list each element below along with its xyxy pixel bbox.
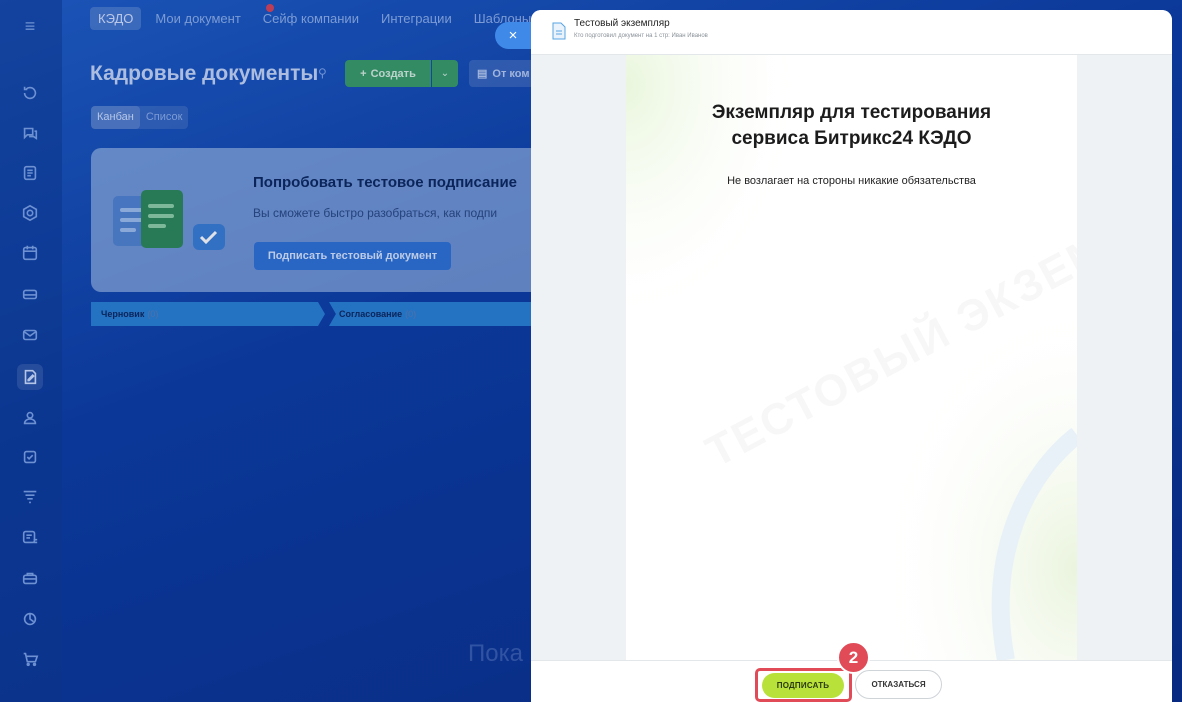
refuse-button[interactable]: ОТКАЗАТЬСЯ: [855, 670, 942, 699]
slider-title: Тестовый экземпляр: [574, 18, 670, 29]
step-number-badge: 2: [837, 641, 870, 674]
document-heading-line2: сервиса Битрикс24 КЭДО: [731, 128, 972, 149]
close-icon: ×: [508, 27, 518, 44]
slider-footer: ПОДПИСАТЬ ОТКАЗАТЬСЯ 2: [531, 641, 1172, 702]
file-icon: [552, 22, 566, 40]
close-slider-button[interactable]: ×: [495, 22, 533, 49]
document-heading: Экземпляр для тестирования сервиса Битри…: [626, 100, 1077, 152]
slider-subtitle: Кто подготовил документ на 1 стр: Иван И…: [574, 33, 708, 39]
document-slider: Тестовый экземпляр Кто подготовил докуме…: [531, 10, 1172, 702]
document-heading-line1: Экземпляр для тестирования: [711, 102, 992, 123]
document-note: Не возлагает на стороны никакие обязател…: [727, 175, 976, 187]
sign-button[interactable]: ПОДПИСАТЬ: [762, 673, 844, 698]
document-preview: Экземпляр для тестирования сервиса Битри…: [626, 55, 1077, 660]
slider-header: Тестовый экземпляр Кто подготовил докуме…: [531, 10, 1172, 55]
